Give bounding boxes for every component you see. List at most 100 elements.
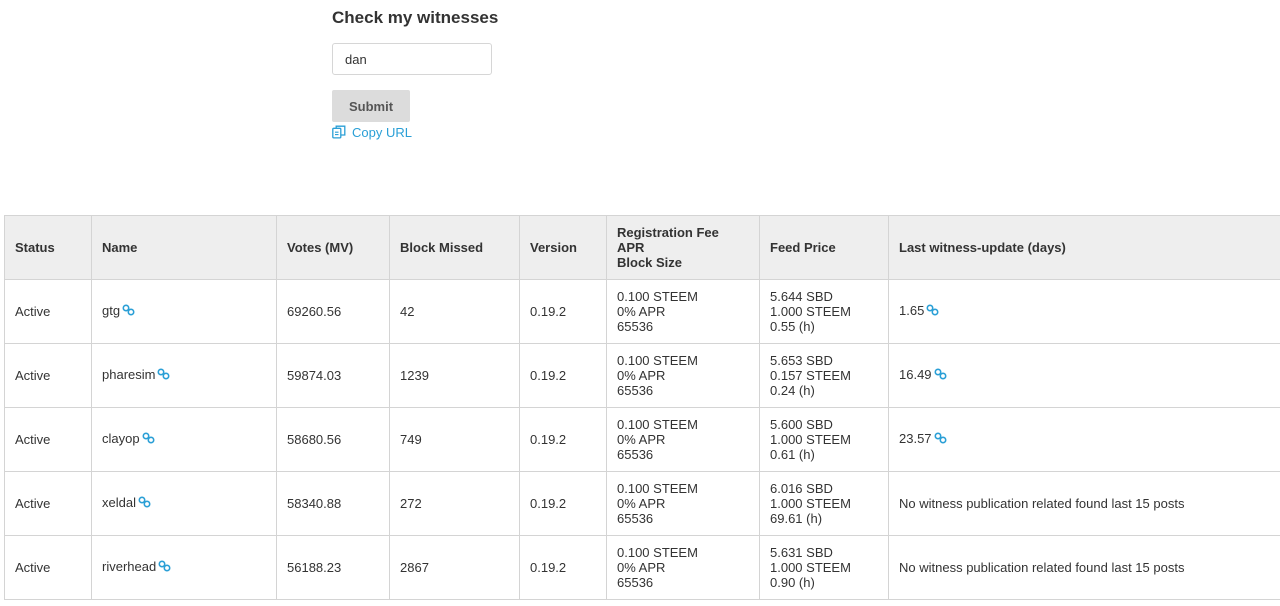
last-update-value: No witness publication related found las… xyxy=(899,560,1185,575)
header-status: Status xyxy=(4,215,92,280)
table-row: Active clayop 58680.56 749 0.19.2 0.100 STEEM… xyxy=(4,407,1280,472)
feed-steem-value: 1.000 STEEM xyxy=(770,432,851,447)
cell-last-update: 1.65 xyxy=(888,279,1280,344)
header-apr-label: APR xyxy=(617,240,645,255)
cell-registration-fee: 0.100 STEEM 0% APR 65536 xyxy=(606,535,760,600)
link-icon[interactable] xyxy=(934,368,947,383)
link-icon[interactable] xyxy=(142,432,155,447)
block-size-value: 65536 xyxy=(617,447,654,462)
witness-name: gtg xyxy=(102,303,121,319)
header-votes: Votes (MV) xyxy=(276,215,390,280)
cell-block-missed: 749 xyxy=(389,407,520,472)
copy-url-link[interactable]: Copy URL xyxy=(332,123,412,141)
table-header-row: Status Name Votes (MV) Block Missed Vers… xyxy=(4,215,1280,280)
username-input[interactable] xyxy=(332,43,492,75)
cell-block-missed: 42 xyxy=(389,279,520,344)
cell-last-update: 16.49 xyxy=(888,343,1280,408)
feed-sbd-value: 5.631 SBD xyxy=(770,545,833,560)
cell-votes: 58340.88 xyxy=(276,471,390,536)
fee-value: 0.100 STEEM xyxy=(617,417,698,432)
cell-status: Active xyxy=(4,343,92,408)
cell-registration-fee: 0.100 STEEM 0% APR 65536 xyxy=(606,471,760,536)
cell-last-update: No witness publication related found las… xyxy=(888,471,1280,536)
cell-version: 0.19.2 xyxy=(519,343,607,408)
cell-votes: 59874.03 xyxy=(276,343,390,408)
header-feed-price: Feed Price xyxy=(759,215,889,280)
table-row: Active xeldal 58340.88 272 0.19.2 0.100 STEEM… xyxy=(4,471,1280,536)
feed-steem-value: 1.000 STEEM xyxy=(770,560,851,575)
cell-feed-price: 5.653 SBD 0.157 STEEM 0.24 (h) xyxy=(759,343,889,408)
witness-name: clayop xyxy=(102,431,140,447)
fee-value: 0.100 STEEM xyxy=(617,545,698,560)
header-registration-fee: Registration Fee APR Block Size xyxy=(606,215,760,280)
apr-value: 0% APR xyxy=(617,304,666,319)
last-update-value: 23.57 xyxy=(899,431,932,447)
block-size-value: 65536 xyxy=(617,319,654,334)
apr-value: 0% APR xyxy=(617,432,666,447)
feed-age-value: 69.61 (h) xyxy=(770,511,823,526)
cell-votes: 58680.56 xyxy=(276,407,390,472)
cell-status: Active xyxy=(4,471,92,536)
table-row: Active riverhead 56188.23 2867 0.19.2 0.100 S… xyxy=(4,535,1280,600)
cell-votes: 56188.23 xyxy=(276,535,390,600)
fee-value: 0.100 STEEM xyxy=(617,289,698,304)
cell-status: Active xyxy=(4,279,92,344)
fee-value: 0.100 STEEM xyxy=(617,481,698,496)
apr-value: 0% APR xyxy=(617,560,666,575)
cell-version: 0.19.2 xyxy=(519,471,607,536)
feed-sbd-value: 5.653 SBD xyxy=(770,353,833,368)
cell-status: Active xyxy=(4,407,92,472)
cell-name: gtg xyxy=(91,279,277,344)
table-body: Active gtg 69260.56 42 0.19.2 0.100 STEEM 0% A… xyxy=(4,279,1280,600)
feed-age-value: 0.61 (h) xyxy=(770,447,815,462)
last-update-value: 1.65 xyxy=(899,303,925,319)
fee-value: 0.100 STEEM xyxy=(617,353,698,368)
header-version: Version xyxy=(519,215,607,280)
cell-feed-price: 5.631 SBD 1.000 STEEM 0.90 (h) xyxy=(759,535,889,600)
link-icon[interactable] xyxy=(122,304,135,319)
cell-feed-price: 5.600 SBD 1.000 STEEM 0.61 (h) xyxy=(759,407,889,472)
feed-sbd-value: 6.016 SBD xyxy=(770,481,833,496)
cell-name: riverhead xyxy=(91,535,277,600)
feed-age-value: 0.55 (h) xyxy=(770,319,815,334)
cell-block-missed: 2867 xyxy=(389,535,520,600)
header-last-update: Last witness-update (days) xyxy=(888,215,1280,280)
cell-last-update: 23.57 xyxy=(888,407,1280,472)
block-size-value: 65536 xyxy=(617,383,654,398)
witness-name: pharesim xyxy=(102,367,156,383)
cell-version: 0.19.2 xyxy=(519,535,607,600)
link-icon[interactable] xyxy=(157,368,170,383)
witness-table: Status Name Votes (MV) Block Missed Vers… xyxy=(4,215,1280,600)
submit-button[interactable]: Submit xyxy=(332,90,410,122)
feed-sbd-value: 5.644 SBD xyxy=(770,289,833,304)
feed-age-value: 0.24 (h) xyxy=(770,383,815,398)
table-row: Active pharesim 59874.03 1239 0.19.2 0.100 ST… xyxy=(4,343,1280,408)
witness-name: riverhead xyxy=(102,559,157,575)
apr-value: 0% APR xyxy=(617,496,666,511)
cell-block-missed: 272 xyxy=(389,471,520,536)
last-update-value: No witness publication related found las… xyxy=(899,496,1185,511)
cell-registration-fee: 0.100 STEEM 0% APR 65536 xyxy=(606,343,760,408)
cell-votes: 69260.56 xyxy=(276,279,390,344)
feed-sbd-value: 5.600 SBD xyxy=(770,417,833,432)
witness-table-container: Status Name Votes (MV) Block Missed Vers… xyxy=(4,215,1280,600)
feed-age-value: 0.90 (h) xyxy=(770,575,815,590)
block-size-value: 65536 xyxy=(617,575,654,590)
cell-name: clayop xyxy=(91,407,277,472)
cell-status: Active xyxy=(4,535,92,600)
cell-registration-fee: 0.100 STEEM 0% APR 65536 xyxy=(606,279,760,344)
copy-icon xyxy=(332,125,346,139)
link-icon[interactable] xyxy=(158,560,171,575)
header-name: Name xyxy=(91,215,277,280)
feed-steem-value: 1.000 STEEM xyxy=(770,304,851,319)
header-block-missed: Block Missed xyxy=(389,215,520,280)
apr-value: 0% APR xyxy=(617,368,666,383)
cell-feed-price: 5.644 SBD 1.000 STEEM 0.55 (h) xyxy=(759,279,889,344)
cell-feed-price: 6.016 SBD 1.000 STEEM 69.61 (h) xyxy=(759,471,889,536)
link-icon[interactable] xyxy=(934,432,947,447)
link-icon[interactable] xyxy=(138,496,151,511)
cell-version: 0.19.2 xyxy=(519,407,607,472)
block-size-value: 65536 xyxy=(617,511,654,526)
link-icon[interactable] xyxy=(926,304,939,319)
header-fee-label: Registration Fee xyxy=(617,225,719,240)
